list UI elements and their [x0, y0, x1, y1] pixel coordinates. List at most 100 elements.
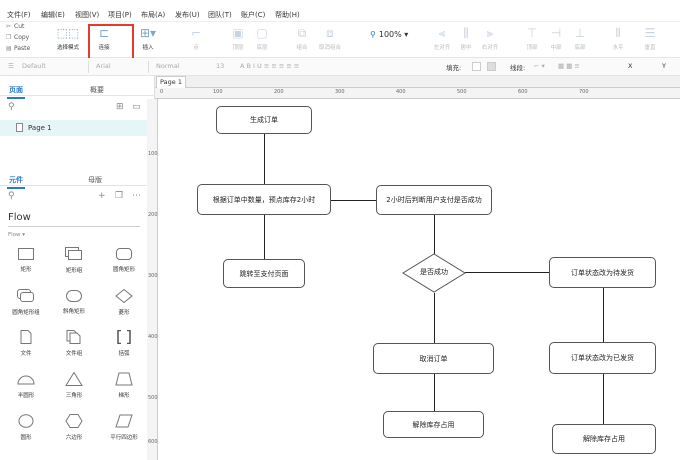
connector-line[interactable]	[264, 215, 265, 259]
menu-edit[interactable]: 编辑(E)	[41, 10, 65, 20]
widget-trapezoid[interactable]: 梯形	[104, 372, 144, 399]
ruler-label: 500	[148, 395, 158, 401]
add-page-icon[interactable]: ⊞	[116, 102, 124, 112]
text-format-icons[interactable]: A B I U ≡ ≡ ≡ ≡ ≡	[240, 62, 299, 70]
page-list-item[interactable]: Page 1	[0, 120, 155, 136]
menu-bar: 文件(F) 编辑(E) 视图(V) 项目(P) 布局(A) 发布(U) 团队(T…	[0, 0, 680, 22]
align-right-button[interactable]: ⫸ 右对齐	[470, 26, 510, 51]
widget-rectangle[interactable]: 矩形	[6, 248, 46, 273]
flow-node-reserve-stock[interactable]: 根据订单中数量，预点库存2小时	[197, 184, 331, 215]
cut-button[interactable]: ✂ Cut	[6, 23, 24, 30]
connector-line[interactable]	[434, 293, 435, 343]
flow-node-cancel-order[interactable]: 取消订单	[373, 343, 494, 374]
library-name[interactable]: Flow	[8, 212, 31, 223]
connector-line[interactable]	[331, 200, 376, 201]
add-folder-icon[interactable]: ▭	[132, 102, 141, 112]
zoom-control[interactable]: ⚲ 100% ▾	[370, 30, 408, 39]
connector-line[interactable]	[603, 288, 604, 342]
select-mode-button[interactable]: ⬚⬚ 选择模式	[48, 26, 88, 51]
library-menu-icon[interactable]: ⋯	[132, 191, 141, 201]
library-copy-icon[interactable]: ❐	[115, 191, 123, 201]
fill-gradient-swatch[interactable]	[487, 62, 496, 71]
connector-line[interactable]	[465, 272, 549, 273]
menu-view[interactable]: 视图(V)	[75, 10, 99, 20]
widget-diamond[interactable]: 菱形	[104, 289, 144, 316]
flow-node-check-payment[interactable]: 2小时后判断用户支付是否成功	[376, 185, 492, 215]
flow-node-status-pending[interactable]: 订单状态改为待发货	[549, 257, 656, 288]
tab-outline[interactable]: 概要	[90, 85, 104, 95]
widget-beveled-rectangle[interactable]: 斜角矩形	[54, 290, 94, 315]
connector-line[interactable]	[603, 374, 604, 424]
copy-button[interactable]: ❐ Copy	[6, 34, 29, 41]
insert-button[interactable]: ⊞▾ 插入	[128, 26, 168, 51]
trapezoid-icon	[115, 372, 133, 386]
menu-layout[interactable]: 布局(A)	[141, 10, 165, 20]
widget-semicircle[interactable]: 半圆形	[6, 372, 46, 399]
distribute-vertical-icon: ☰	[644, 26, 656, 40]
widget-rounded-rectangle-group[interactable]: 圆角矩形组	[6, 289, 46, 316]
tab-masters[interactable]: 母版	[88, 175, 102, 185]
connector-line[interactable]	[434, 215, 435, 255]
widget-rectangle-group[interactable]: 矩形组	[54, 247, 94, 274]
menu-publish[interactable]: 发布(U)	[175, 10, 200, 20]
paste-button[interactable]: ▤ Paste	[6, 45, 30, 52]
flow-node-status-shipped[interactable]: 订单状态改为已发货	[549, 342, 656, 374]
bracket-icon	[117, 330, 131, 344]
line-style-select[interactable]: ⌐ ▾	[534, 62, 545, 70]
add-library-icon[interactable]: +	[98, 191, 106, 201]
ungroup-button[interactable]: ⧈ 取消组合	[310, 26, 350, 51]
connector-line[interactable]	[264, 134, 265, 184]
flow-decision-label: 是否成功	[420, 268, 448, 276]
flow-node-generate-order[interactable]: 生成订单	[216, 106, 312, 134]
flow-node-goto-payment[interactable]: 跳转至支付页面	[223, 259, 305, 288]
scissors-icon: ✂	[6, 23, 12, 30]
widget-circle[interactable]: 圆形	[6, 414, 46, 441]
flow-node-release-stock-shipped[interactable]: 解除库存占用	[552, 424, 656, 454]
flow-node-release-stock[interactable]: 解除库存占用	[383, 411, 484, 438]
page-icon	[16, 123, 23, 132]
tab-pages[interactable]: 页面	[7, 85, 25, 99]
search-icon[interactable]: ⚲	[8, 191, 15, 201]
widget-parallelogram[interactable]: 平行四边形	[104, 414, 144, 441]
send-to-back-button[interactable]: ▢ 底层	[242, 26, 282, 51]
diamond-icon	[115, 289, 133, 303]
rounded-rectangle-group-icon	[17, 289, 35, 303]
widget-file-group[interactable]: 文件组	[54, 330, 94, 357]
ruler-label: 400	[396, 89, 406, 95]
library-section[interactable]: Flow ▾	[8, 232, 25, 238]
rectangle-group-icon	[65, 247, 83, 261]
menu-team[interactable]: 团队(T)	[208, 10, 232, 20]
menu-file[interactable]: 文件(F)	[7, 10, 31, 20]
font-size-select[interactable]: 13	[216, 62, 224, 70]
insert-plus-icon: ⊞▾	[139, 26, 157, 40]
align-bottom-button[interactable]: ⊥ 底部	[560, 26, 600, 51]
search-icon[interactable]: ⚲	[8, 102, 15, 112]
font-weight-select[interactable]: Normal	[156, 62, 180, 70]
connector-line[interactable]	[434, 374, 435, 411]
font-select[interactable]: Arial	[96, 62, 111, 70]
widget-hexagon[interactable]: 六边形	[54, 414, 94, 441]
ruler-label: 700	[579, 89, 589, 95]
ruler-label: 400	[148, 334, 158, 340]
style-select[interactable]: Default	[22, 62, 46, 70]
y-coordinate-field[interactable]: Y	[662, 62, 666, 70]
menu-account[interactable]: 账户(C)	[241, 10, 265, 20]
hexagon-icon	[65, 414, 83, 428]
line-options-icons[interactable]: ▦ ▦ ≡	[558, 62, 580, 70]
x-coordinate-field[interactable]: X	[628, 62, 632, 70]
document-tab[interactable]: Page 1	[156, 76, 186, 88]
widget-file[interactable]: 文件	[6, 330, 46, 357]
widget-bracket[interactable]: 括弧	[104, 330, 144, 357]
point-button[interactable]: ⌐ 点	[176, 26, 216, 51]
vertical-ruler: 100 200 300 400 500 600	[147, 99, 158, 460]
fill-color-swatch[interactable]	[472, 62, 481, 71]
design-canvas[interactable]: 生成订单 根据订单中数量，预点库存2小时 2小时后判断用户支付是否成功 跳转至支…	[158, 99, 680, 460]
ruler-label: 100	[213, 89, 223, 95]
tab-widgets[interactable]: 元件	[7, 175, 25, 189]
distribute-vertical-button[interactable]: ☰ 垂直	[630, 26, 670, 51]
widget-rounded-rectangle[interactable]: 圆角矩形	[104, 248, 144, 273]
widget-triangle[interactable]: 三角形	[54, 372, 94, 399]
menu-help[interactable]: 帮助(H)	[275, 10, 300, 20]
menu-project[interactable]: 项目(P)	[108, 10, 132, 20]
magnifier-icon: ⚲	[370, 30, 376, 39]
